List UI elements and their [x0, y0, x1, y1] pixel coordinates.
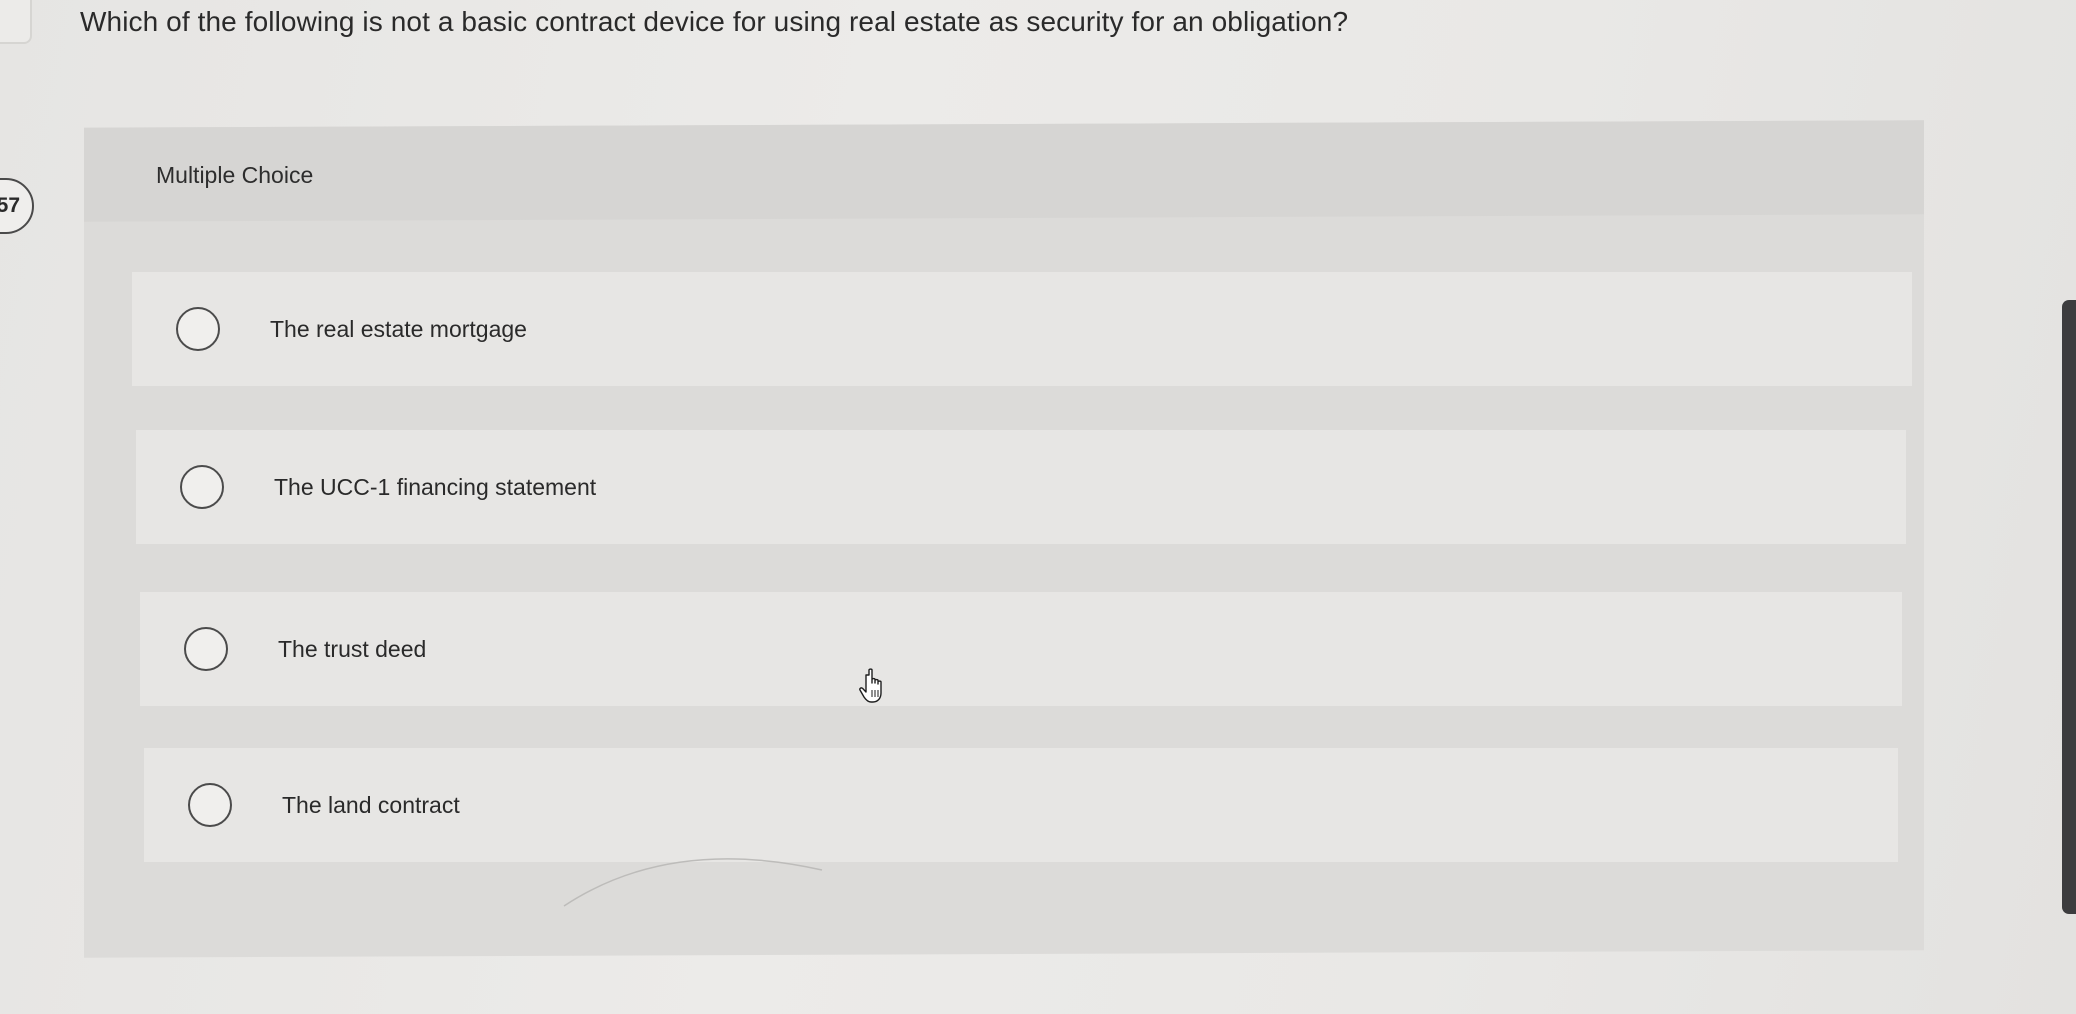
radio-button-2[interactable]	[180, 465, 224, 509]
question-number-badge[interactable]: :57	[0, 178, 34, 234]
answer-option-1[interactable]: The real estate mortgage	[132, 272, 1912, 386]
answer-option-label: The land contract	[282, 791, 460, 818]
answer-option-label: The UCC-1 financing statement	[274, 473, 597, 500]
radio-button-3[interactable]	[184, 627, 228, 671]
radio-button-1[interactable]	[176, 307, 220, 351]
hand-pointer-icon	[859, 668, 882, 703]
scrollbar[interactable]	[2062, 300, 2076, 914]
answer-panel-header	[84, 120, 1924, 222]
answer-option-label: The trust deed	[278, 635, 427, 662]
top-tab	[0, 0, 32, 44]
radio-button-4[interactable]	[188, 783, 232, 827]
answer-option-3[interactable]: The trust deed	[140, 592, 1902, 706]
question-type-label: Multiple Choice	[156, 162, 314, 188]
answer-option-2[interactable]: The UCC-1 financing statement	[136, 430, 1906, 544]
screen-glare-arc	[563, 858, 823, 907]
answer-option-4[interactable]: The land contract	[144, 748, 1898, 862]
question-number: :57	[0, 194, 20, 217]
question-text: Which of the following is not a basic co…	[80, 6, 1349, 37]
answer-option-label: The real estate mortgage	[270, 315, 527, 342]
